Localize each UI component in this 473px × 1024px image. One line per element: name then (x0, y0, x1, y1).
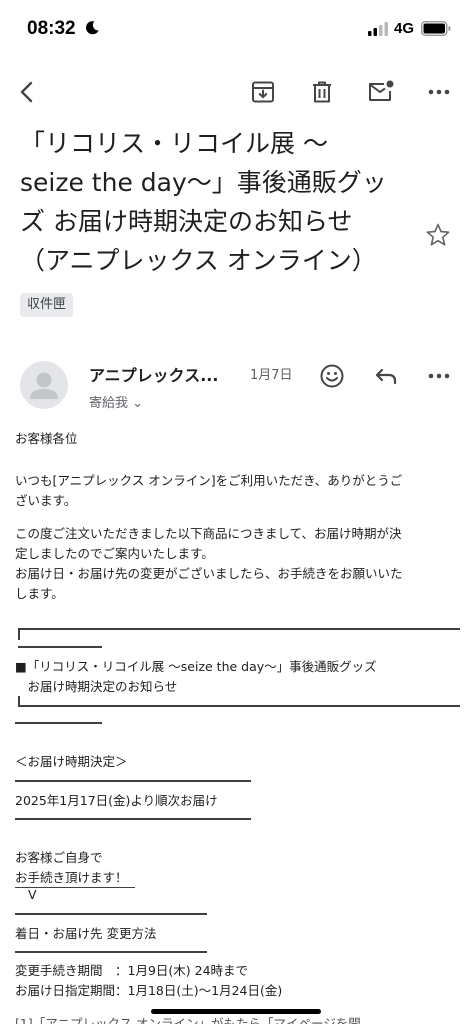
body-line: V (28, 887, 37, 902)
product-title: ■「リコリス・リコイル展 〜seize the day〜」事後通販グッズ お届け… (15, 657, 460, 697)
mail-unread-icon (369, 80, 394, 101)
more-horizontal-icon (428, 89, 450, 95)
body-line: お届け日・お届け先の変更がございましたら、お手続きをお願いいた (15, 566, 403, 581)
paragraph-notice: この度ご注文いただきました以下商品につきまして、お届け時期が決 定しましたのでご… (15, 524, 460, 604)
body-line: 変更手続き期間 ：1月9日(木) 24時まで (15, 963, 249, 978)
body-line: お客様ご自身で (15, 850, 103, 865)
body-line: 2025年1月17日(金)より順次お届け (15, 793, 218, 808)
body-line: ざいます。 (15, 493, 77, 508)
email-subject: 「リコリス・リコイル展 〜 seize the day〜」事後通販グッ ズ お届… (20, 124, 405, 280)
divider (15, 780, 251, 782)
home-indicator[interactable] (151, 1009, 321, 1014)
status-time: 08:32 (27, 18, 76, 39)
emoji-icon (320, 364, 344, 388)
divider (15, 818, 251, 820)
more-options-button[interactable] (425, 78, 453, 106)
recipient-toggle[interactable]: 寄給我 ⌄ (89, 392, 143, 411)
body-line: いつも[アニプレックス オンライン]をご利用いただき、ありがとうご (15, 473, 403, 488)
mark-unread-button[interactable] (367, 78, 395, 106)
delete-button[interactable] (308, 78, 336, 106)
divider (15, 722, 102, 724)
star-icon[interactable] (425, 222, 451, 248)
inbox-label-chip[interactable]: 収件匣 (20, 293, 74, 317)
section-title-delivery: ＜お届け時期決定＞ (15, 752, 460, 772)
change-method-title: 着日・お届け先 変更方法 (15, 924, 460, 944)
divider (18, 705, 460, 707)
trash-icon (313, 81, 331, 103)
toolbar (0, 70, 473, 114)
body-line: ＜お届け時期決定＞ (15, 754, 128, 769)
archive-icon (252, 81, 274, 103)
body-line: お届け日指定期間：1月18日(土)〜1月24日(金) (15, 983, 283, 998)
divider (15, 951, 207, 953)
more-horizontal-icon (428, 373, 450, 379)
divider (15, 913, 207, 915)
back-button[interactable] (13, 78, 41, 106)
body-line: します。 (15, 586, 64, 601)
subject-line: seize the day〜」事後通販グッ (20, 168, 387, 197)
body-line: 着日・お届け先 変更方法 (15, 926, 157, 941)
signal-icon (368, 22, 388, 36)
arrow-glyph: V (28, 885, 473, 905)
reply-icon (375, 368, 397, 385)
status-bar: 08:32 4G (0, 0, 473, 60)
change-periods: 変更手続き期間 ：1月9日(木) 24時まで お届け日指定期間：1月18日(土)… (15, 961, 460, 1001)
battery-icon (421, 21, 451, 36)
subject-line: （アニプレックス オンライン） (20, 246, 377, 275)
archive-button[interactable] (249, 78, 277, 106)
message-more-button[interactable] (425, 362, 453, 390)
body-line: 定しましたのでご案内いたします。 (15, 546, 214, 561)
body-line: お客様各位 (15, 431, 78, 446)
subject-line: 「リコリス・リコイル展 〜 (20, 129, 328, 158)
reaction-button[interactable] (318, 362, 346, 390)
sender-date: 1月7日 (250, 368, 293, 383)
avatar[interactable] (20, 361, 68, 409)
body-line: この度ご注文いただきました以下商品につきまして、お届け時期が決 (15, 526, 402, 541)
back-arrow-icon (20, 81, 33, 103)
person-icon (30, 372, 58, 399)
divider (18, 646, 102, 648)
body-line: ■「リコリス・リコイル展 〜seize the day〜」事後通販グッズ (15, 659, 377, 674)
greeting: お客様各位 (15, 429, 460, 449)
divider (18, 628, 20, 640)
body-line: お届け時期決定のお知らせ (15, 679, 178, 694)
network-type: 4G (394, 20, 415, 37)
divider (18, 628, 460, 630)
sender-name: アニプレックス... (89, 366, 219, 385)
self-service-note: お客様ご自身で お手続き頂けます！ (15, 848, 460, 888)
reply-button[interactable] (372, 362, 400, 390)
cutoff-line: [1]「アニプレックス オンライン」がもたら「マイページを開 (15, 1014, 460, 1024)
paragraph-thanks: いつも[アニプレックス オンライン]をご利用いただき、ありがとうご ざいます。 (15, 471, 460, 511)
body-line: [1]「アニプレックス オンライン」がもたら「マイページを開 (15, 1016, 361, 1024)
moon-icon (86, 21, 99, 35)
delivery-date: 2025年1月17日(金)より順次お届け (15, 791, 460, 811)
subject-line: ズ お届け時期決定のお知らせ (20, 207, 353, 236)
